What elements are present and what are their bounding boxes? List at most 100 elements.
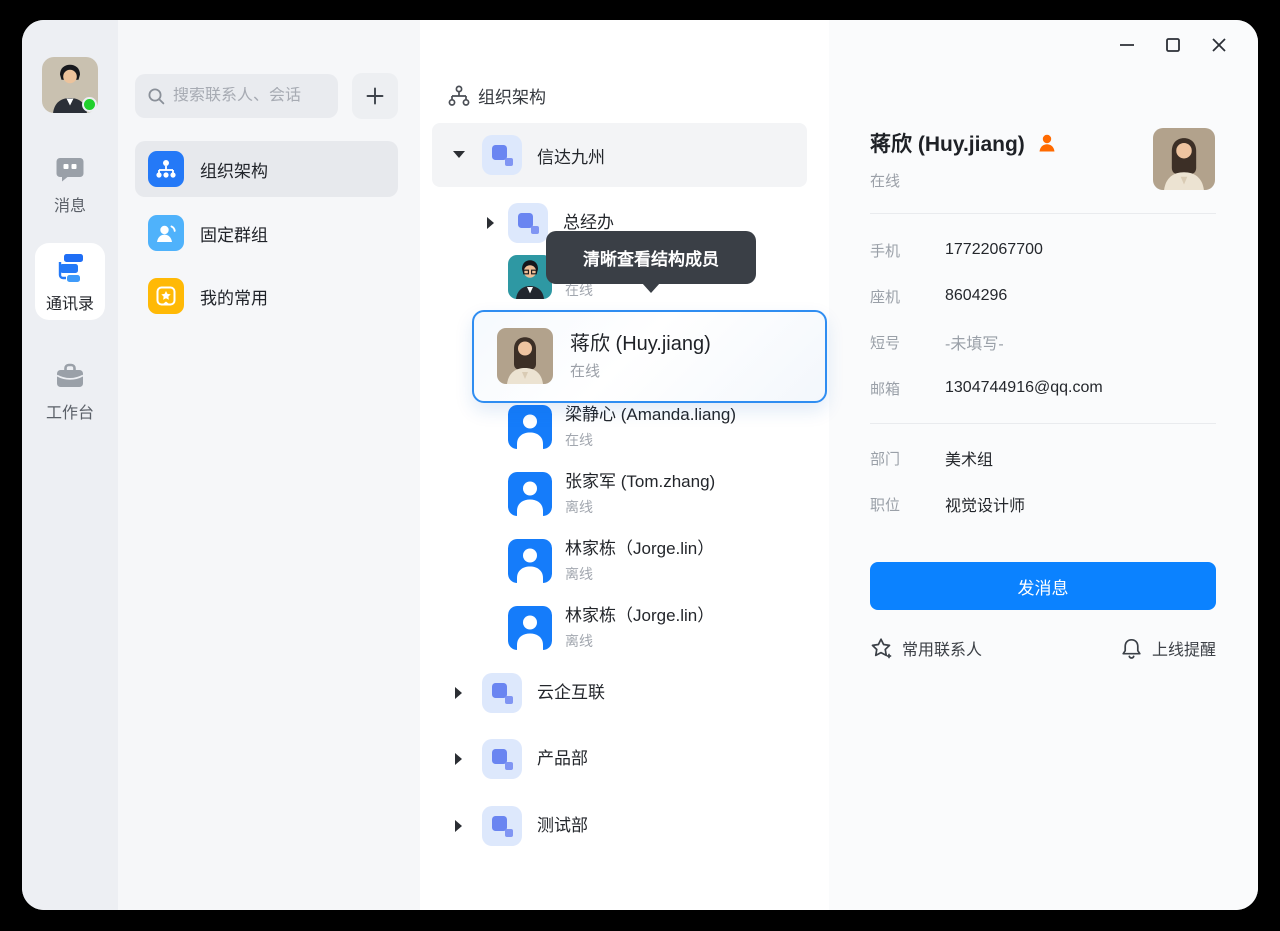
search-input[interactable] bbox=[173, 87, 323, 105]
selected-member-card[interactable]: 蒋欣 (Huy.jiang) 在线 bbox=[472, 310, 827, 403]
member-name: 蒋欣 (Huy.jiang) bbox=[570, 327, 711, 356]
member-avatar bbox=[497, 328, 553, 384]
department-label: 产品部 bbox=[537, 747, 588, 771]
profile-actions: 常用联系人 上线提醒 bbox=[870, 636, 1216, 660]
plus-icon bbox=[365, 86, 385, 106]
search-box[interactable] bbox=[135, 74, 338, 118]
action-label: 常用联系人 bbox=[902, 636, 982, 660]
org-chart-icon bbox=[148, 151, 184, 187]
field-value: 17722067700 bbox=[945, 241, 1043, 259]
search-icon bbox=[147, 87, 165, 105]
profile-field-row: 职位 视觉设计师 bbox=[870, 481, 1216, 527]
rail-item-workspace[interactable]: 工作台 bbox=[22, 360, 118, 423]
profile-field-row: 短号 -未填写- bbox=[870, 319, 1216, 365]
member-status: 离线 bbox=[565, 564, 593, 584]
tree-member-row[interactable]: 张家军 (Tom.zhang) 离线 bbox=[420, 472, 829, 520]
org-tree-panel: 组织架构 信达九州 总经办 胡毅鹏 (Jorge.hu) 在线 梁静心 (Ama… bbox=[420, 20, 829, 910]
person-icon-orange bbox=[1037, 133, 1057, 153]
close-button[interactable] bbox=[1204, 30, 1234, 60]
tree-header: 组织架构 bbox=[448, 83, 546, 108]
divider bbox=[870, 213, 1216, 214]
nav-item-my-frequent[interactable]: 我的常用 bbox=[135, 268, 398, 324]
tree-title: 组织架构 bbox=[478, 83, 546, 108]
field-value: 视觉设计师 bbox=[945, 492, 1025, 516]
contacts-list-icon bbox=[53, 250, 87, 284]
member-avatar bbox=[508, 405, 552, 449]
org-fields: 部门 美术组 职位 视觉设计师 bbox=[870, 435, 1216, 527]
contact-fields: 手机 17722067700 座机 8604296 短号 -未填写- 邮箱 13… bbox=[870, 227, 1216, 411]
tree-department-row[interactable]: 测试部 bbox=[420, 798, 829, 854]
bookmark-star-icon bbox=[148, 278, 184, 314]
field-value: 8604296 bbox=[945, 287, 1007, 305]
member-status: 离线 bbox=[565, 631, 593, 651]
online-reminder-action[interactable]: 上线提醒 bbox=[1120, 636, 1216, 660]
minimize-button[interactable] bbox=[1112, 30, 1142, 60]
field-label: 职位 bbox=[870, 494, 945, 515]
member-avatar bbox=[508, 606, 552, 650]
caret-down-icon[interactable] bbox=[453, 151, 465, 158]
briefcase-icon bbox=[54, 360, 86, 392]
field-label: 邮箱 bbox=[870, 378, 945, 399]
nav-item-label: 固定群组 bbox=[200, 221, 268, 246]
department-icon bbox=[482, 806, 522, 851]
caret-right-icon[interactable] bbox=[455, 820, 462, 832]
member-avatar bbox=[508, 539, 552, 583]
tree-department-row[interactable]: 云企互联 bbox=[420, 665, 829, 721]
left-rail: 消息 通讯录 工作台 bbox=[22, 20, 118, 910]
member-name: 林家栋（Jorge.lin） bbox=[565, 604, 714, 628]
profile-field-row: 邮箱 1304744916@qq.com bbox=[870, 365, 1216, 411]
add-button[interactable] bbox=[352, 73, 398, 119]
nav-item-label: 组织架构 bbox=[200, 157, 268, 182]
department-icon bbox=[508, 203, 548, 248]
bell-icon bbox=[1120, 637, 1143, 660]
window-controls bbox=[1112, 30, 1234, 60]
tree-member-row[interactable]: 林家栋（Jorge.lin） 离线 bbox=[420, 539, 829, 587]
field-label: 部门 bbox=[870, 448, 945, 469]
tooltip: 清晰查看结构成员 bbox=[546, 231, 756, 284]
caret-right-icon[interactable] bbox=[455, 753, 462, 765]
field-value: 美术组 bbox=[945, 446, 993, 470]
profile-panel: 蒋欣 (Huy.jiang) 在线 手机 17722067700 座机 8604… bbox=[829, 20, 1258, 910]
group-icon bbox=[148, 215, 184, 251]
frequent-contact-action[interactable]: 常用联系人 bbox=[870, 636, 982, 660]
tree-member-row[interactable]: 梁静心 (Amanda.liang) 在线 bbox=[420, 405, 829, 453]
member-status: 离线 bbox=[565, 497, 593, 517]
caret-right-icon[interactable] bbox=[487, 217, 494, 229]
member-name: 梁静心 (Amanda.liang) bbox=[565, 403, 736, 427]
department-label: 云企互联 bbox=[537, 681, 605, 705]
person-avatar-placeholder bbox=[508, 472, 552, 516]
field-label: 手机 bbox=[870, 240, 945, 261]
photo-avatar-female bbox=[1153, 128, 1215, 190]
rail-item-label: 通讯录 bbox=[46, 290, 94, 314]
action-label: 上线提醒 bbox=[1152, 636, 1216, 660]
person-avatar-placeholder bbox=[508, 405, 552, 449]
maximize-button[interactable] bbox=[1158, 30, 1188, 60]
profile-status: 在线 bbox=[870, 170, 900, 191]
rail-item-contacts[interactable]: 通讯录 bbox=[35, 243, 105, 320]
company-label: 信达九州 bbox=[537, 143, 605, 168]
org-structure-icon bbox=[448, 85, 470, 107]
member-name: 林家栋（Jorge.lin） bbox=[565, 537, 714, 561]
divider bbox=[870, 423, 1216, 424]
tree-department-row[interactable]: 产品部 bbox=[420, 731, 829, 787]
maximize-icon bbox=[1165, 37, 1181, 53]
rail-item-label: 工作台 bbox=[46, 399, 94, 423]
tree-member-row[interactable]: 林家栋（Jorge.lin） 离线 bbox=[420, 606, 829, 654]
nav-item-org-structure[interactable]: 组织架构 bbox=[135, 141, 398, 197]
department-icon bbox=[482, 739, 522, 784]
minimize-icon bbox=[1119, 37, 1135, 53]
nav-item-fixed-groups[interactable]: 固定群组 bbox=[135, 205, 398, 261]
field-label: 短号 bbox=[870, 332, 945, 353]
star-plus-icon bbox=[870, 637, 893, 660]
caret-right-icon[interactable] bbox=[455, 687, 462, 699]
rail-item-messages[interactable]: 消息 bbox=[22, 153, 118, 216]
online-status-dot bbox=[82, 97, 97, 112]
contacts-nav-panel: 组织架构 固定群组 我的常用 bbox=[118, 20, 420, 910]
close-icon bbox=[1211, 37, 1227, 53]
send-message-button[interactable]: 发消息 bbox=[870, 562, 1216, 610]
profile-field-row: 部门 美术组 bbox=[870, 435, 1216, 481]
tree-node-company[interactable]: 信达九州 bbox=[432, 123, 807, 187]
chat-bubble-icon bbox=[54, 153, 86, 185]
person-avatar-placeholder bbox=[508, 606, 552, 650]
rail-item-label: 消息 bbox=[54, 192, 86, 216]
